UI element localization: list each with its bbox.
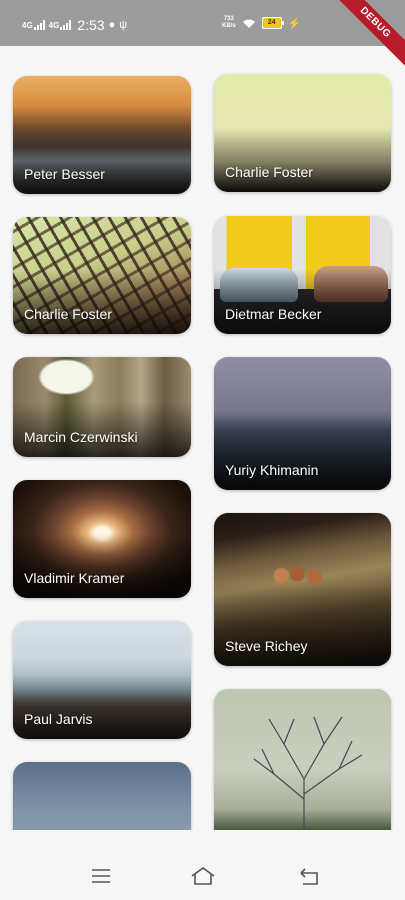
photo-card[interactable]: Yuriy Khimanin: [214, 357, 391, 490]
home-icon[interactable]: [190, 864, 216, 888]
signal-4g-icon: 4G: [49, 20, 72, 30]
photo-card[interactable]: Dietmar Becker: [214, 216, 391, 334]
photo-card[interactable]: [13, 762, 191, 830]
photo-card[interactable]: Vladimir Kramer: [13, 480, 191, 598]
photo-grid[interactable]: Peter Besser Charlie Foster Marcin Czerw…: [0, 46, 405, 830]
net-speed: 733 KB/s: [222, 16, 236, 30]
photographer-name: Vladimir Kramer: [24, 570, 125, 586]
system-nav-bar: [0, 852, 405, 900]
back-icon[interactable]: [297, 864, 321, 888]
photo-card[interactable]: Steve Richey: [214, 513, 391, 666]
photographer-name: Charlie Foster: [225, 164, 313, 180]
photo-card[interactable]: Peter Besser: [13, 76, 191, 194]
clock: 2:53: [77, 17, 105, 33]
photographer-name: Yuriy Khimanin: [225, 462, 319, 478]
photographer-name: Paul Jarvis: [24, 711, 93, 727]
photo-card[interactable]: [214, 689, 391, 830]
messenger-icon: ●: [108, 19, 116, 31]
usb-icon: ψ: [119, 19, 128, 31]
status-bar: 4G 4G 2:53 ● ψ 733 KB/s 24 ⚡ DEBUG: [0, 0, 405, 72]
signal-4g-icon: 4G: [22, 20, 45, 30]
signal1-label: 4G: [22, 21, 33, 30]
net-speed-value: 733: [223, 16, 234, 22]
photographer-name: Charlie Foster: [24, 306, 112, 322]
photographer-name: Dietmar Becker: [225, 306, 322, 322]
tree-branches: [253, 716, 363, 830]
signal2-label: 4G: [48, 21, 60, 30]
photo-card[interactable]: Paul Jarvis: [13, 621, 191, 739]
photographer-name: Steve Richey: [225, 638, 308, 654]
photo-blue-sky: [13, 762, 191, 830]
photographer-name: Peter Besser: [24, 166, 105, 182]
battery-icon: 24: [261, 17, 284, 29]
photo-card[interactable]: Charlie Foster: [214, 74, 391, 192]
photo-card[interactable]: Marcin Czerwinski: [13, 357, 191, 457]
menu-icon[interactable]: [89, 864, 113, 888]
wifi-icon: [242, 19, 255, 28]
battery-level: 24: [267, 19, 276, 26]
net-speed-unit: KB/s: [222, 23, 236, 29]
photo-card[interactable]: Charlie Foster: [13, 217, 191, 334]
charging-icon: ⚡: [287, 17, 302, 30]
photographer-name: Marcin Czerwinski: [24, 429, 138, 445]
